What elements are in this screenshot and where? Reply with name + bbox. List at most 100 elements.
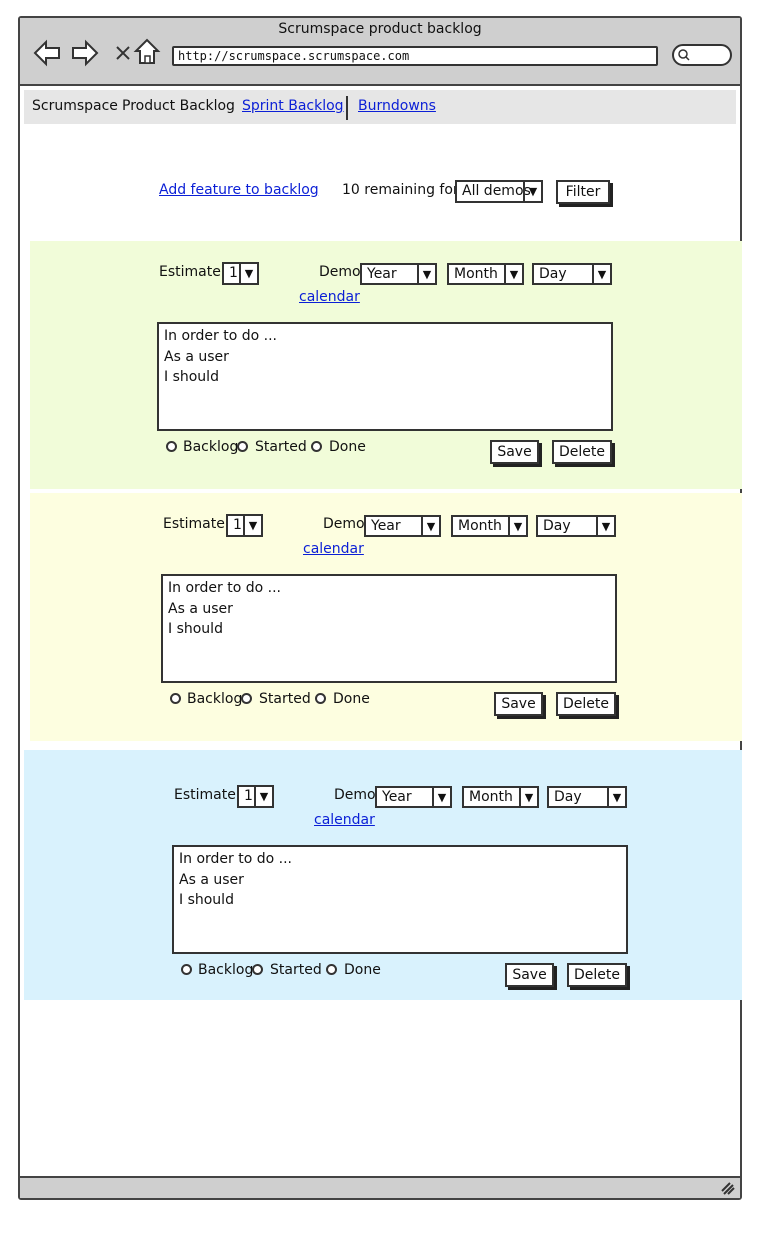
chevron-down-icon: ▼ [607, 788, 625, 806]
estimate-label: Estimate: [174, 787, 241, 803]
estimate-label: Estimate: [163, 516, 230, 532]
calendar-link[interactable]: calendar [303, 541, 364, 557]
estimate-label: Estimate: [159, 264, 226, 280]
save-button[interactable]: Save [490, 440, 539, 464]
save-button[interactable]: Save [494, 692, 543, 716]
year-select[interactable]: Year ▼ [360, 263, 437, 285]
story-line: As a user [168, 600, 233, 617]
month-select[interactable]: Month ▼ [451, 515, 528, 537]
delete-button[interactable]: Delete [556, 692, 616, 716]
status-label-started: Started [255, 439, 307, 455]
status-radio-backlog[interactable] [170, 693, 181, 704]
status-bar [20, 1176, 740, 1198]
year-value: Year [367, 266, 397, 282]
remaining-count-text: 10 remaining for [342, 182, 459, 198]
home-icon[interactable] [132, 36, 162, 66]
day-select[interactable]: Day ▼ [547, 786, 627, 808]
status-label-done: Done [333, 691, 370, 707]
day-value: Day [554, 789, 582, 805]
chevron-down-icon: ▼ [417, 265, 435, 283]
year-value: Year [371, 518, 401, 534]
chevron-down-icon: ▼ [254, 787, 272, 806]
status-radio-done[interactable] [311, 441, 322, 452]
add-feature-link[interactable]: Add feature to backlog [159, 182, 319, 198]
delete-button[interactable]: Delete [567, 963, 627, 987]
month-select[interactable]: Month ▼ [447, 263, 524, 285]
status-radio-done[interactable] [326, 964, 337, 975]
estimate-select[interactable]: 1 ▼ [237, 785, 274, 808]
chevron-down-icon: ▼ [596, 517, 614, 535]
chevron-down-icon: ▼ [243, 516, 261, 535]
story-textarea[interactable]: In order to do ... As a user I should [157, 322, 613, 431]
search-field[interactable] [672, 44, 732, 66]
chevron-down-icon: ▼ [432, 788, 450, 806]
month-value: Month [454, 266, 498, 282]
chevron-down-icon: ▼ [519, 788, 537, 806]
status-label-done: Done [329, 439, 366, 455]
story-textarea[interactable]: In order to do ... As a user I should [172, 845, 628, 954]
estimate-select[interactable]: 1 ▼ [226, 514, 263, 537]
day-value: Day [543, 518, 571, 534]
address-bar[interactable]: http://scrumspace.scrumspace.com [172, 46, 658, 66]
day-select[interactable]: Day ▼ [536, 515, 616, 537]
nav-divider [346, 96, 348, 120]
chevron-down-icon: ▼ [592, 265, 610, 283]
status-radio-started[interactable] [241, 693, 252, 704]
estimate-select[interactable]: 1 ▼ [222, 262, 259, 285]
backlog-item-card: Estimate: 1 ▼ Demo: Year ▼ Month ▼ Day ▼… [30, 493, 742, 741]
nav-scrumspace[interactable]: Scrumspace [32, 98, 118, 114]
estimate-value: 1 [233, 517, 242, 533]
status-label-backlog: Backlog [187, 691, 243, 707]
status-radio-started[interactable] [237, 441, 248, 452]
chevron-down-icon: ▼ [239, 264, 257, 283]
calendar-link[interactable]: calendar [314, 812, 375, 828]
status-label-backlog: Backlog [183, 439, 239, 455]
estimate-value: 1 [229, 265, 238, 281]
save-button[interactable]: Save [505, 963, 554, 987]
month-value: Month [469, 789, 513, 805]
month-select[interactable]: Month ▼ [462, 786, 539, 808]
status-radio-backlog[interactable] [181, 964, 192, 975]
year-select[interactable]: Year ▼ [375, 786, 452, 808]
nav-sprint-backlog[interactable]: Sprint Backlog [242, 98, 344, 114]
month-value: Month [458, 518, 502, 534]
year-select[interactable]: Year ▼ [364, 515, 441, 537]
forward-arrow-icon[interactable] [70, 38, 100, 68]
status-radio-started[interactable] [252, 964, 263, 975]
backlog-item-card: Estimate: 1 ▼ Demo: Year ▼ Month ▼ Day ▼… [24, 750, 742, 1000]
demo-filter-value: All demos [462, 183, 531, 199]
story-line: I should [164, 369, 219, 385]
day-select[interactable]: Day ▼ [532, 263, 612, 285]
back-arrow-icon[interactable] [32, 38, 62, 68]
nav-product-backlog[interactable]: Product Backlog [122, 98, 235, 114]
browser-titlebar: Scrumspace product backlog http://scrums… [20, 18, 740, 86]
status-label-done: Done [344, 962, 381, 978]
chevron-down-icon: ▼ [504, 265, 522, 283]
demo-label: Demo: [334, 787, 381, 803]
chevron-down-icon: ▼ [421, 517, 439, 535]
demo-label: Demo: [323, 516, 370, 532]
demo-filter-select[interactable]: All demos ▼ [455, 180, 543, 203]
backlog-item-card: Estimate: 1 ▼ Demo: Year ▼ Month ▼ Day ▼… [30, 241, 742, 489]
chevron-down-icon: ▼ [508, 517, 526, 535]
nav-burndowns[interactable]: Burndowns [358, 98, 436, 114]
status-label-started: Started [259, 691, 311, 707]
top-navigation: Scrumspace Product Backlog Sprint Backlo… [24, 90, 736, 124]
story-line: In order to do ... [179, 851, 292, 867]
calendar-link[interactable]: calendar [299, 289, 360, 305]
day-value: Day [539, 266, 567, 282]
story-line: I should [179, 892, 234, 908]
story-line: As a user [179, 871, 244, 888]
story-line: In order to do ... [168, 580, 281, 596]
filter-button[interactable]: Filter [556, 180, 610, 204]
estimate-value: 1 [244, 788, 253, 804]
chevron-down-icon: ▼ [523, 182, 541, 201]
story-line: I should [168, 621, 223, 637]
resize-grip-icon[interactable] [720, 1181, 736, 1195]
year-value: Year [382, 789, 412, 805]
delete-button[interactable]: Delete [552, 440, 612, 464]
search-icon [678, 49, 690, 61]
status-radio-done[interactable] [315, 693, 326, 704]
status-radio-backlog[interactable] [166, 441, 177, 452]
story-textarea[interactable]: In order to do ... As a user I should [161, 574, 617, 683]
